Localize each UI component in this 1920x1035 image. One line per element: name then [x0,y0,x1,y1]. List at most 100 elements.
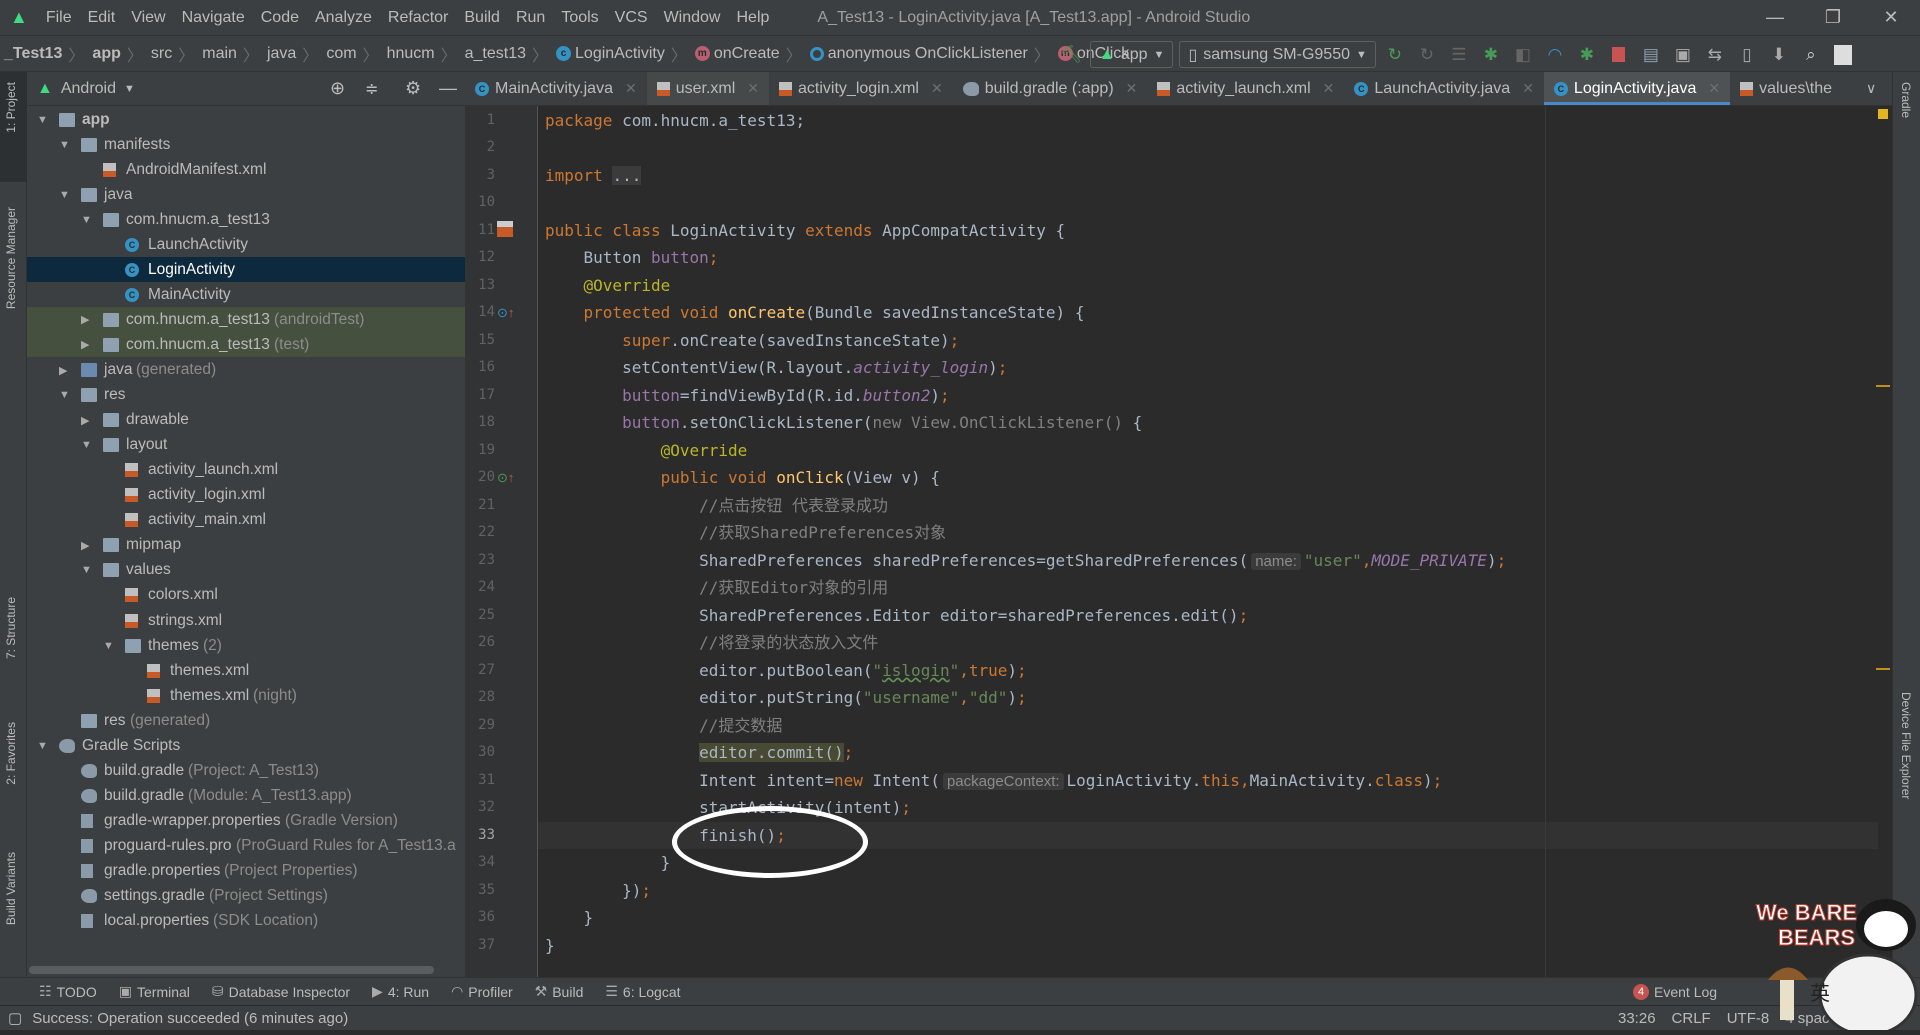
make-hammer-icon[interactable]: 🔨︎ [1058,42,1084,68]
tool-build[interactable]: ⚒ Build [524,983,595,1000]
code-line[interactable]: } [538,932,1878,960]
tree-item[interactable]: ▼ themes (2) [27,633,465,658]
code-line[interactable]: import ... [538,162,1878,190]
gradle-tool-button[interactable]: Gradle [1899,82,1913,118]
expanded-arrow-icon[interactable]: ▼ [59,389,70,401]
locate-icon[interactable]: ⊕ [330,78,345,99]
code-line[interactable]: editor.putBoolean("islogin",true); [538,657,1878,685]
tab-build-gradle-app-[interactable]: build.gradle (:app) ✕ [953,72,1148,105]
close-tab-icon[interactable]: ✕ [625,80,637,97]
code-line[interactable]: //获取Editor对象的引用 [538,574,1878,602]
breadcrumb-item[interactable]: c LoginActivity 〉 [552,42,691,66]
tree-item[interactable]: activity_main.xml [27,508,465,533]
attach-debugger-icon[interactable]: ✱ [1574,42,1600,68]
tree-item[interactable]: AndroidManifest.xml [27,157,465,182]
tab-activity-launch-xml[interactable]: activity_launch.xml ✕ [1147,72,1344,105]
tree-item[interactable]: ▼ java [27,182,465,207]
stop-icon[interactable] [1606,42,1632,68]
close-tab-icon[interactable]: ✕ [1126,80,1138,97]
code-line[interactable]: super.onCreate(savedInstanceState); [538,327,1878,355]
gear-icon[interactable]: ⚙ [405,78,421,99]
breadcrumb-item[interactable]: _Test13 〉 [0,42,88,66]
breadcrumb-item[interactable]: src 〉 [147,42,198,66]
breadcrumb-item[interactable]: a_test13 〉 [461,42,552,66]
code-line[interactable]: //获取SharedPreferences对象 [538,519,1878,547]
tab-launchactivity-java[interactable]: C LaunchActivity.java ✕ [1344,72,1544,105]
expanded-arrow-icon[interactable]: ▼ [81,439,92,451]
tree-item[interactable]: ▶ java (generated) [27,358,465,383]
code-line[interactable] [538,189,1878,217]
structure-tool-button[interactable]: 7: Structure [4,597,18,659]
menu-vcs[interactable]: VCS [607,9,656,27]
menu-view[interactable]: View [123,9,173,27]
collapsed-arrow-icon[interactable]: ▶ [59,364,67,377]
code-line[interactable]: //点击按钮 代表登录成功 [538,492,1878,520]
tab-list-chevron-icon[interactable]: ∨ [1866,80,1876,97]
tree-item[interactable]: proguard-rules.pro (ProGuard Rules for A_… [27,833,465,858]
breadcrumb-item[interactable]: hnucm 〉 [383,42,461,66]
line-separator[interactable]: CRLF [1672,1010,1711,1027]
favorites-tool-button[interactable]: 2: Favorites [4,722,18,785]
chevron-down-icon[interactable]: ▼ [124,83,135,95]
apply-changes-icon[interactable]: ↻ [1382,42,1408,68]
code-line[interactable]: package com.hnucm.a_test13; [538,107,1878,135]
run-list-icon[interactable]: ☰ [1446,42,1472,68]
search-icon[interactable]: ⌕ [1798,42,1824,68]
code-line[interactable]: Intent intent=new Intent(packageContext:… [538,767,1878,795]
collapsed-arrow-icon[interactable]: ▶ [81,414,89,427]
code-line[interactable]: button=findViewById(R.id.button2); [538,382,1878,410]
menu-run[interactable]: Run [508,9,553,27]
breadcrumb-item[interactable]: java 〉 [263,42,322,66]
menu-analyze[interactable]: Analyze [307,9,380,27]
status-message[interactable]: Success: Operation succeeded (6 minutes … [32,1010,348,1027]
tree-item[interactable]: build.gradle (Module: A_Test13.app) [27,783,465,808]
tab-user-xml[interactable]: user.xml ✕ [646,72,770,105]
tree-item[interactable]: themes.xml (night) [27,683,465,708]
menu-edit[interactable]: Edit [80,9,124,27]
gradle-sync-icon[interactable]: ⇆ [1702,42,1728,68]
tree-item[interactable]: settings.gradle (Project Settings) [27,884,465,909]
menu-code[interactable]: Code [253,9,307,27]
build-variants-tool-button[interactable]: Build Variants [4,852,18,925]
menu-navigate[interactable]: Navigate [174,9,253,27]
tree-item[interactable]: build.gradle (Project: A_Test13) [27,758,465,783]
tree-item[interactable]: C MainActivity [27,282,465,307]
expanded-arrow-icon[interactable]: ▼ [59,139,70,151]
tool-todo[interactable]: ☷ TODO [28,983,108,1000]
tree-item[interactable]: gradle-wrapper.properties (Gradle Version… [27,808,465,833]
tree-item[interactable]: ▼ values [27,558,465,583]
tree-item[interactable]: ▼ layout [27,433,465,458]
tree-item[interactable]: activity_login.xml [27,483,465,508]
code-line[interactable]: setContentView(R.layout.activity_login); [538,354,1878,382]
tool-database-inspector[interactable]: ⛁ Database Inspector [201,983,361,1000]
code-line[interactable]: public void onClick(View v) { [538,464,1878,492]
code-line[interactable]: //将登录的状态放入文件 [538,629,1878,657]
breadcrumb-item[interactable]: com 〉 [322,42,382,66]
tree-item[interactable]: local.properties (SDK Location) [27,909,465,934]
menu-tools[interactable]: Tools [553,9,606,27]
tree-item[interactable]: colors.xml [27,583,465,608]
tab-activity-login-xml[interactable]: activity_login.xml ✕ [769,72,953,105]
tree-item[interactable]: gradle.properties (Project Properties) [27,859,465,884]
code-line[interactable]: //提交数据 [538,712,1878,740]
tree-item[interactable]: ▼ Gradle Scripts [27,733,465,758]
code-line[interactable]: button.setOnClickListener(new View.OnCli… [538,409,1878,437]
tree-item[interactable]: ▶ drawable [27,408,465,433]
close-tab-icon[interactable]: ✕ [931,80,943,97]
code-line[interactable]: } [538,904,1878,932]
breadcrumb-item[interactable]: main 〉 [198,42,263,66]
tool-6-logcat[interactable]: ☰ 6: Logcat [594,983,691,1000]
menu-file[interactable]: File [38,9,80,27]
hide-panel-icon[interactable]: — [439,78,457,99]
close-tab-icon[interactable]: ✕ [747,80,759,97]
close-button[interactable]: ✕ [1862,0,1920,35]
code-line[interactable]: @Override [538,437,1878,465]
expanded-arrow-icon[interactable]: ▼ [59,189,70,201]
device-dropdown[interactable]: ▯ samsung SM-G9550 ▼ [1179,41,1376,68]
tool-4-run[interactable]: ▶ 4: Run [361,983,440,1000]
code-line[interactable]: protected void onCreate(Bundle savedInst… [538,299,1878,327]
menu-refactor[interactable]: Refactor [380,9,456,27]
breadcrumb-item[interactable]: m onCreate 〉 [691,42,806,66]
tree-item[interactable]: ▼ manifests [27,132,465,157]
project-view-dropdown[interactable]: Android [61,80,116,98]
